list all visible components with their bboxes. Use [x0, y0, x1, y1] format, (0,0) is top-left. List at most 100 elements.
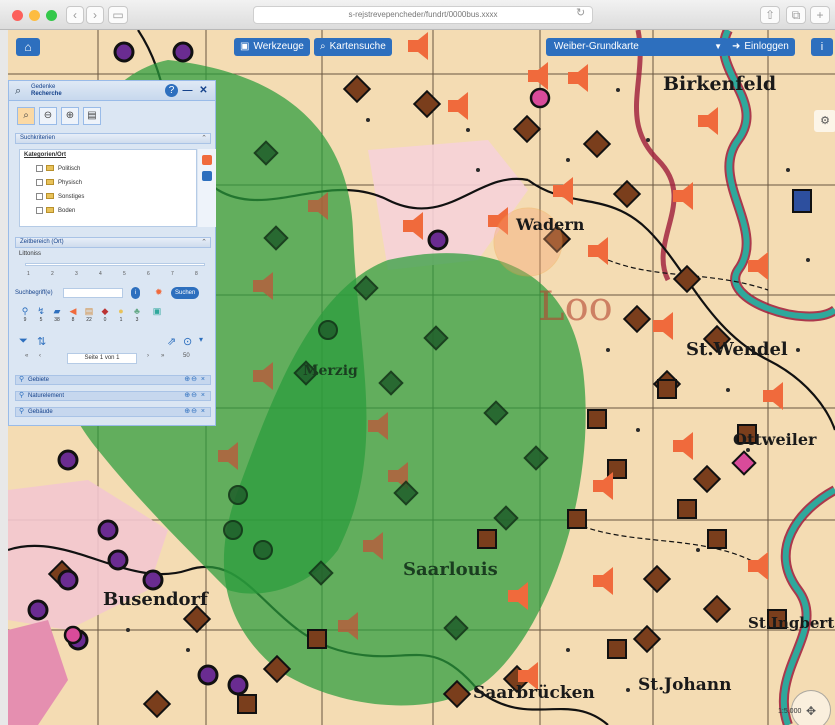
checkbox[interactable]: [36, 206, 43, 214]
info-circle-button[interactable]: i: [131, 287, 141, 299]
route-icon: ↯: [37, 306, 45, 316]
result-controls[interactable]: ⊕⊖ ×: [184, 392, 206, 400]
app-toolbar: ⌂ ▣ Werkzeuge ⌕ Kartensuche Weiber-Grundka…: [8, 36, 835, 58]
document-tool-button[interactable]: ▤: [83, 107, 101, 125]
collapse-icon[interactable]: ⌃: [201, 134, 207, 143]
section-time-range[interactable]: Zeitbereich (Ort) ⌃: [15, 237, 211, 248]
type-count: 3: [135, 317, 139, 323]
search-panel: ⌕ Gedenke Recherche ? — ✕ ⌕ ⊖ ⊕ ▤ Suchkr…: [8, 80, 216, 426]
chevron-down-icon[interactable]: ▾: [199, 335, 203, 344]
folder-icon: [46, 179, 54, 186]
slider-tick: 1: [27, 271, 30, 277]
result-item[interactable]: ⚲ Gebiete ⊕⊖ ×: [15, 375, 211, 385]
filter-row: ⏷ ⇅ ⇗ ⊙ ▾: [19, 335, 211, 349]
login-button[interactable]: ➜ Einloggen: [726, 38, 795, 56]
map-label-wadern: Wadern: [515, 215, 585, 234]
panel-header[interactable]: ⌕ Gedenke Recherche ? — ✕: [9, 81, 215, 101]
slider-tick: 3: [75, 271, 78, 277]
type-count: 5: [39, 317, 43, 323]
sidebar-toggle-button[interactable]: ▭: [108, 6, 128, 24]
cube-icon[interactable]: [202, 171, 212, 181]
collapse-icon[interactable]: ⌃: [201, 238, 207, 247]
tools-button[interactable]: ▣ Werkzeuge: [234, 38, 310, 56]
minimize-window-button[interactable]: [29, 10, 40, 21]
per-page-select[interactable]: 50: [183, 353, 190, 359]
map-label-saarbruecken: Saarbrücken: [473, 683, 595, 703]
map-options-button[interactable]: ⚙: [814, 110, 835, 132]
panel-title: Gedenke Recherche: [31, 84, 91, 98]
first-page-icon[interactable]: «: [25, 353, 28, 359]
result-label: Naturelement: [28, 393, 65, 399]
type-cell[interactable]: ▰ 38: [51, 305, 63, 329]
zoom-in-tool-button[interactable]: ⊕: [61, 107, 79, 125]
minimize-button[interactable]: —: [181, 84, 194, 97]
address-bar[interactable]: s-rejstrevepencheder/fundrt/0000bus.xxxx: [253, 6, 593, 24]
help-button[interactable]: ?: [165, 84, 178, 97]
basemap-value: Weiber-Grundkarte: [554, 41, 639, 52]
search-tool-button[interactable]: ⌕: [17, 107, 35, 125]
search-term-input[interactable]: [63, 288, 123, 298]
map-search-button[interactable]: ⌕ Kartensuche: [314, 38, 392, 56]
type-cell[interactable]: ♣ 3: [131, 305, 143, 329]
reload-icon[interactable]: ↻: [576, 6, 585, 19]
type-cell[interactable]: ⚲ 9: [19, 305, 31, 329]
pin-icon: ⚲: [21, 306, 29, 316]
checkbox[interactable]: [36, 164, 43, 172]
section-label: Suchkriterien: [20, 135, 56, 141]
tabs-button[interactable]: ⧉: [786, 6, 806, 24]
prev-page-icon[interactable]: ‹: [39, 353, 41, 359]
type-cell[interactable]: ◀ 8: [67, 305, 79, 329]
settings-circle-icon[interactable]: ⊙: [183, 335, 192, 348]
result-controls[interactable]: ⊕⊖ ×: [184, 408, 206, 416]
page-indicator[interactable]: Seite 1 von 1: [67, 353, 137, 364]
category-item[interactable]: Sonstiges: [36, 192, 84, 202]
zoom-out-tool-button[interactable]: ⊖: [39, 107, 57, 125]
pin-icon: ⚲: [19, 392, 25, 399]
type-cell[interactable]: ▣: [151, 305, 163, 329]
section-search-criteria[interactable]: Suchkriterien ⌃: [15, 133, 211, 144]
basemap-select[interactable]: Weiber-Grundkarte ▼: [546, 38, 728, 56]
share-button[interactable]: ⇧: [760, 6, 780, 24]
map-scale: 1:5.000: [778, 708, 802, 715]
close-button[interactable]: ✕: [197, 84, 210, 97]
search-button[interactable]: Suchen: [171, 287, 200, 299]
result-item[interactable]: ⚲ Gebäude ⊕⊖ ×: [15, 407, 211, 417]
forward-button[interactable]: ›: [86, 6, 104, 24]
zoom-out-icon: ⊖: [43, 110, 53, 121]
zoom-in-icon: ⊕: [65, 110, 75, 121]
checkbox[interactable]: [36, 192, 43, 200]
result-controls[interactable]: ⊕⊖ ×: [184, 376, 206, 384]
search-icon: ⌕: [320, 41, 326, 52]
close-window-button[interactable]: [12, 10, 23, 21]
slider-track[interactable]: [25, 263, 205, 266]
home-button[interactable]: ⌂: [16, 38, 40, 56]
category-item[interactable]: Boden: [36, 206, 75, 216]
category-item[interactable]: Politisch: [36, 164, 80, 174]
checkbox[interactable]: [36, 178, 43, 186]
back-button[interactable]: ‹: [66, 6, 84, 24]
zoom-window-button[interactable]: [46, 10, 57, 21]
type-cell[interactable]: ↯ 5: [35, 305, 47, 329]
export-icon[interactable]: ⇗: [167, 335, 176, 348]
folder-icon: [46, 207, 54, 214]
next-page-icon[interactable]: ›: [147, 353, 149, 359]
settings-icon[interactable]: ✹: [155, 287, 163, 298]
last-page-icon[interactable]: »: [161, 353, 164, 359]
select-all-icon[interactable]: [202, 155, 212, 165]
info-button[interactable]: i: [811, 38, 833, 56]
pin-icon: ⚲: [19, 408, 25, 415]
type-cell[interactable]: ● 1: [115, 305, 127, 329]
filter-icon[interactable]: ⏷: [19, 335, 28, 348]
time-slider[interactable]: Littoniss 1 2 3 4 5 6 7 8: [19, 251, 211, 281]
new-tab-button[interactable]: +: [810, 6, 830, 24]
login-icon: ➜: [732, 41, 741, 52]
area-icon: ▰: [53, 306, 61, 316]
category-side-tools: [198, 149, 216, 227]
category-item[interactable]: Physisch: [36, 178, 82, 188]
result-item[interactable]: ⚲ Naturelement ⊕⊖ ×: [15, 391, 211, 401]
type-cell[interactable]: ▤ 22: [83, 305, 95, 329]
type-cell[interactable]: ◆ 0: [99, 305, 111, 329]
sort-icon[interactable]: ⇅: [37, 335, 46, 348]
pin-icon: ⚲: [19, 376, 25, 383]
panel-title-line2: Recherche: [31, 91, 62, 97]
